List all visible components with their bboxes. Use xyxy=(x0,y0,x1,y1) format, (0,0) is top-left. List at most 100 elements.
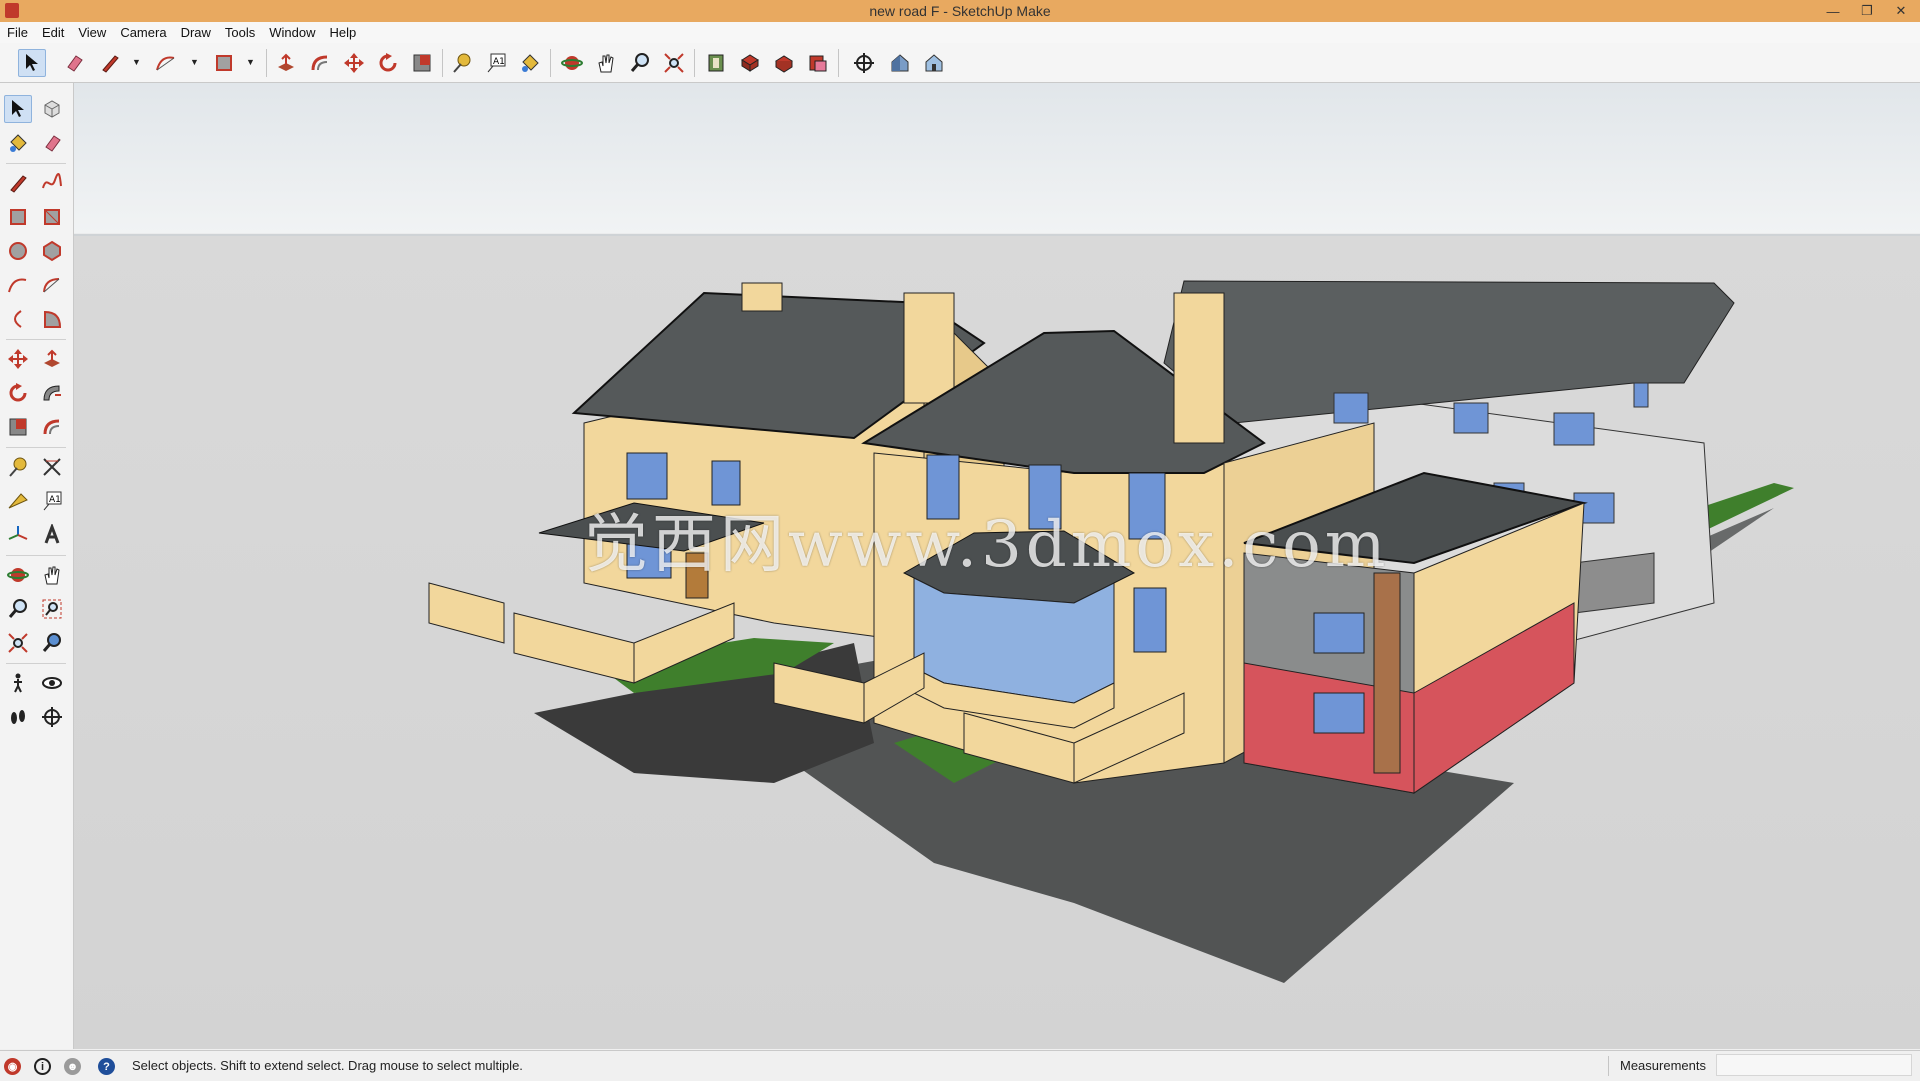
look-around-tool-button[interactable] xyxy=(38,669,66,697)
orbit-tool-button[interactable] xyxy=(558,49,586,77)
tape-measure-tool-button[interactable] xyxy=(448,49,476,77)
select-arrow-icon xyxy=(12,100,24,117)
arc-tool-button[interactable] xyxy=(152,49,180,77)
orbit-icon xyxy=(561,56,583,70)
dimension-tool-button[interactable] xyxy=(38,453,66,481)
select-tool-button[interactable] xyxy=(4,95,32,123)
text-tool-button[interactable]: A1 xyxy=(38,487,66,515)
eraser-tool-button[interactable] xyxy=(38,129,66,157)
axes-tool-button[interactable] xyxy=(4,521,32,549)
rotated-rectangle-tool-button[interactable] xyxy=(38,203,66,231)
3d-warehouse-button[interactable] xyxy=(702,49,730,77)
make-component-button[interactable] xyxy=(38,95,66,123)
menu-tools[interactable]: Tools xyxy=(218,25,262,40)
tape-measure-tool-button[interactable] xyxy=(4,453,32,481)
shape-dropdown-arrow-icon[interactable]: ▼ xyxy=(246,57,255,67)
zoom-tool-button[interactable] xyxy=(626,49,654,77)
zoom-magnifier-icon xyxy=(630,53,649,72)
freehand-tool-button[interactable] xyxy=(38,169,66,197)
extension-warehouse-button[interactable] xyxy=(736,49,764,77)
offset-tool-button[interactable] xyxy=(38,413,66,441)
move-tool-button[interactable] xyxy=(4,345,32,373)
orbit-tool-button[interactable] xyxy=(4,561,32,589)
brick-column xyxy=(1373,572,1401,774)
credits-icon[interactable]: i xyxy=(34,1058,51,1075)
menu-edit[interactable]: Edit xyxy=(35,25,71,40)
walk-view-button[interactable] xyxy=(920,49,948,77)
pan-tool-button[interactable] xyxy=(592,49,620,77)
offset-tool-button[interactable] xyxy=(306,49,334,77)
two-point-arc-tool-button[interactable] xyxy=(38,271,66,299)
rectangle-icon xyxy=(10,209,26,225)
menu-draw[interactable]: Draw xyxy=(174,25,218,40)
layout-icon xyxy=(809,55,827,72)
crosshair-icon xyxy=(854,53,874,73)
circle-tool-button[interactable] xyxy=(4,237,32,265)
restore-icon[interactable]: ❐ xyxy=(1850,0,1884,22)
model-viewport[interactable]: 觉西网www.3dmox.com xyxy=(74,83,1920,1049)
measurements-input[interactable] xyxy=(1716,1054,1912,1076)
move-icon xyxy=(344,53,364,73)
text-tool-button[interactable]: A1 xyxy=(482,49,510,77)
protractor-tool-button[interactable] xyxy=(4,487,32,515)
section-plane-tool-button[interactable] xyxy=(38,703,66,731)
zoom-tool-button[interactable] xyxy=(4,595,32,623)
push-pull-tool-button[interactable] xyxy=(272,49,300,77)
pie-tool-button[interactable] xyxy=(38,305,66,333)
previous-view-tool-button[interactable] xyxy=(38,629,66,657)
menu-window[interactable]: Window xyxy=(262,25,322,40)
circle-icon xyxy=(9,242,27,260)
orbit-icon xyxy=(7,568,29,582)
push-pull-icon xyxy=(44,349,60,367)
position-camera-tool-button[interactable] xyxy=(4,669,32,697)
scale-tool-button[interactable] xyxy=(408,49,436,77)
rectangle-tool-button[interactable] xyxy=(4,203,32,231)
three-point-arc-tool-button[interactable] xyxy=(4,305,32,333)
sketchup-app-icon[interactable] xyxy=(5,3,19,18)
status-bar: ◉ i ☻ ? Select objects. Shift to extend … xyxy=(0,1050,1920,1081)
scale-icon xyxy=(413,54,431,72)
rear-window xyxy=(1633,382,1649,408)
select-tool-button[interactable] xyxy=(18,49,46,77)
share-model-button[interactable] xyxy=(770,49,798,77)
walk-tool-button[interactable] xyxy=(4,703,32,731)
rectangle-tool-button[interactable] xyxy=(210,49,238,77)
menu-camera[interactable]: Camera xyxy=(113,25,173,40)
status-message: Select objects. Shift to extend select. … xyxy=(132,1058,523,1073)
help-icon[interactable]: ? xyxy=(98,1058,115,1075)
rotate-tool-button[interactable] xyxy=(374,49,402,77)
polygon-tool-button[interactable] xyxy=(38,237,66,265)
paint-bucket-tool-button[interactable] xyxy=(4,129,32,157)
minimize-icon[interactable]: — xyxy=(1816,0,1850,22)
close-icon[interactable]: ✕ xyxy=(1884,0,1918,22)
user-account-icon[interactable]: ☻ xyxy=(64,1058,81,1075)
position-camera-button[interactable] xyxy=(850,49,878,77)
zoom-extents-tool-button[interactable] xyxy=(660,49,688,77)
rectangle-icon xyxy=(216,55,232,71)
arc-dropdown-arrow-icon[interactable]: ▼ xyxy=(190,57,199,67)
line-tool-button[interactable] xyxy=(4,169,32,197)
line-dropdown-arrow-icon[interactable]: ▼ xyxy=(132,57,141,67)
pan-tool-button[interactable] xyxy=(38,561,66,589)
svg-text:A1: A1 xyxy=(493,57,505,67)
geo-location-icon[interactable]: ◉ xyxy=(4,1058,21,1075)
look-around-button[interactable] xyxy=(886,49,914,77)
zoom-window-tool-button[interactable] xyxy=(38,595,66,623)
3d-text-tool-button[interactable] xyxy=(38,521,66,549)
push-pull-tool-button[interactable] xyxy=(38,345,66,373)
line-tool-button[interactable] xyxy=(96,49,124,77)
rotate-tool-button[interactable] xyxy=(4,379,32,407)
move-tool-button[interactable] xyxy=(340,49,368,77)
menu-help[interactable]: Help xyxy=(323,25,364,40)
balustrade xyxy=(428,582,505,644)
layout-button[interactable] xyxy=(804,49,832,77)
follow-me-tool-button[interactable] xyxy=(38,379,66,407)
eraser-tool-button[interactable] xyxy=(60,49,88,77)
scale-tool-button[interactable] xyxy=(4,413,32,441)
zoom-extents-tool-button[interactable] xyxy=(4,629,32,657)
paint-bucket-tool-button[interactable] xyxy=(516,49,544,77)
menu-view[interactable]: View xyxy=(71,25,113,40)
two-point-arc-icon xyxy=(43,278,60,293)
menu-file[interactable]: File xyxy=(0,25,35,40)
arc-tool-button[interactable] xyxy=(4,271,32,299)
